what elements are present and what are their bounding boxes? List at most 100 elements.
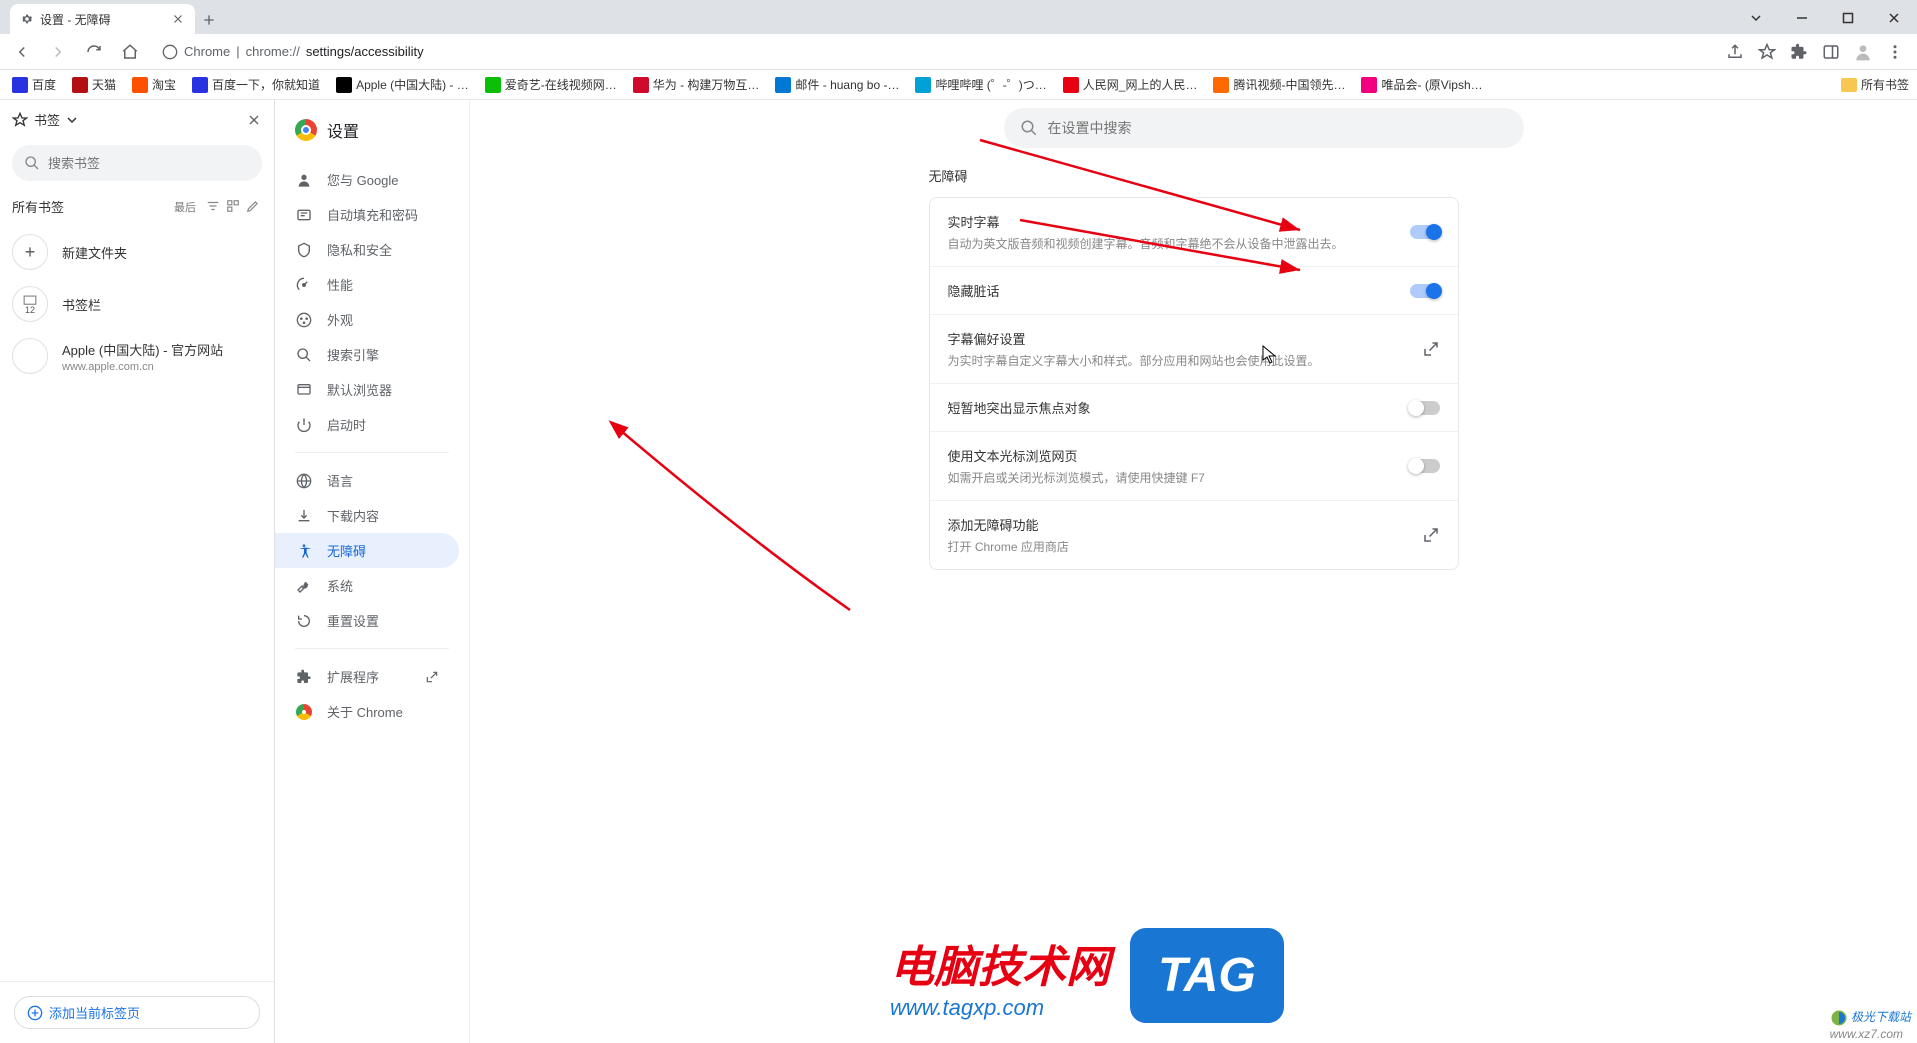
nav-item-speed[interactable]: 性能 [275,267,459,302]
window-minimize[interactable] [1779,2,1825,34]
setting-row[interactable]: 字幕偏好设置为实时字幕自定义字幕大小和样式。部分应用和网站也会使用此设置。 [930,315,1458,384]
window-minimize-dropdown[interactable] [1733,2,1779,34]
toggle-switch[interactable] [1410,459,1440,473]
sidepanel-icon[interactable] [1817,38,1845,66]
nav-item-accessibility[interactable]: 无障碍 [275,533,459,568]
nav-item-person[interactable]: 您与 Google [275,162,459,197]
chrome-logo-icon [295,119,317,141]
folder-icon [1841,78,1857,92]
bookmark-item[interactable]: Apple (中国大陆) - … [332,76,473,93]
nav-item-palette[interactable]: 外观 [275,302,459,337]
corner-watermark: 极光下载站 www.xz7.com [1830,1008,1911,1041]
external-link-icon [1422,340,1440,358]
setting-row[interactable]: 添加无障碍功能打开 Chrome 应用商店 [930,501,1458,569]
nav-item-power[interactable]: 启动时 [275,407,459,442]
nav-reload-button[interactable] [80,38,108,66]
favicon [132,77,148,93]
nav-item-browser[interactable]: 默认浏览器 [275,372,459,407]
favicon [775,77,791,93]
external-link-icon [425,670,439,684]
item-icon [12,338,48,374]
site-info-icon[interactable] [162,44,178,60]
bookmark-item[interactable]: 淘宝 [128,76,180,93]
nav-item-reset[interactable]: 重置设置 [275,603,459,638]
bookmark-item[interactable]: 人民网_网上的人民… [1059,76,1202,93]
watermark-title: 电脑技术网 [890,931,1110,995]
search-icon [295,346,313,364]
search-icon [1020,119,1038,137]
window-maximize[interactable] [1825,2,1871,34]
sort-label[interactable]: 最后 [174,199,196,215]
nav-back-button[interactable] [8,38,36,66]
favicon [485,77,501,93]
edit-icon[interactable] [246,199,262,215]
settings-title: 设置 [327,118,359,142]
toggle-switch[interactable] [1410,225,1440,239]
nav-item-extension[interactable]: 扩展程序 [275,659,459,694]
favicon [192,77,208,93]
person-icon [295,171,313,189]
section-title: 无障碍 [929,166,1459,185]
window-close[interactable] [1871,2,1917,34]
item-icon: + [12,234,48,270]
bookmark-item[interactable]: 百度 [8,76,60,93]
nav-item-autofill[interactable]: 自动填充和密码 [275,197,459,232]
bookmarks-side-panel: 书签 所有书签 最后 + 新建文件夹12 书签栏 Apple (中国大陆) - … [0,100,275,1043]
favicon [915,77,931,93]
favicon [1361,77,1377,93]
nav-item-wrench[interactable]: 系统 [275,568,459,603]
panel-close-icon[interactable] [246,112,262,128]
browser-icon [295,381,313,399]
nav-item-search[interactable]: 搜索引擎 [275,337,459,372]
all-bookmarks-folder[interactable]: 所有书签 [1841,76,1909,93]
add-current-tab-button[interactable]: 添加当前标签页 [14,996,260,1029]
tab-title: 设置 - 无障碍 [40,11,165,28]
nav-forward-button[interactable] [44,38,72,66]
bookmark-panel-item[interactable]: Apple (中国大陆) - 官方网站www.apple.com.cn [0,330,274,382]
speed-icon [295,276,313,294]
bookmark-search-input[interactable] [12,145,262,181]
bookmark-item[interactable]: 天猫 [68,76,120,93]
menu-icon[interactable] [1881,38,1909,66]
new-tab-button[interactable] [195,6,223,34]
profile-icon[interactable] [1849,38,1877,66]
bookmarks-bar: 百度天猫淘宝百度一下，你就知道 Apple (中国大陆) - … 爱奇艺-在线视频网… [0,70,1917,100]
all-bookmarks-label: 所有书签 [1861,76,1909,93]
share-icon[interactable] [1721,38,1749,66]
bookmark-item[interactable]: 唯品会- (原Vipsh… [1357,76,1486,93]
sort-icon[interactable] [206,199,222,215]
bookmark-item[interactable]: 百度一下，你就知道 [188,76,324,93]
view-icon[interactable] [226,199,242,215]
toggle-switch[interactable] [1410,284,1440,298]
bookmark-item[interactable]: 爱奇艺-在线视频网… [481,76,621,93]
nav-item-shield[interactable]: 隐私和安全 [275,232,459,267]
bookmark-star-icon[interactable] [1753,38,1781,66]
autofill-icon [295,206,313,224]
extension-icon [295,668,313,686]
nav-item-download[interactable]: 下载内容 [275,498,459,533]
bookmark-item[interactable]: 腾讯视频-中国领先… [1209,76,1349,93]
item-icon: 12 [12,286,48,322]
accessibility-icon [295,542,313,560]
url-path: settings/accessibility [306,44,424,59]
gear-icon [20,12,34,26]
toggle-switch[interactable] [1410,401,1440,415]
url-field[interactable]: Chrome | chrome://settings/accessibility [152,38,1713,66]
tab-close-icon[interactable] [171,12,185,26]
extensions-icon[interactable] [1785,38,1813,66]
bookmark-item[interactable]: 邮件 - huang bo -… [771,76,903,93]
browser-tab[interactable]: 设置 - 无障碍 [10,4,195,34]
reset-icon [295,612,313,630]
accessibility-card: 实时字幕自动为英文版音频和视频创建字幕。音频和字幕绝不会从设备中泄露出去。隐藏脏… [929,197,1459,570]
nav-item-globe[interactable]: 语言 [275,463,459,498]
watermark: 电脑技术网 www.tagxp.com TAG [890,928,1284,1023]
nav-home-button[interactable] [116,38,144,66]
favicon [1213,77,1229,93]
bookmarks-dropdown[interactable]: 书签 [12,110,78,129]
bookmark-panel-item[interactable]: + 新建文件夹 [0,226,274,278]
bookmark-item[interactable]: 华为 - 构建万物互… [629,76,764,93]
bookmark-item[interactable]: 哔哩哔哩 (゜-゜)つ… [911,76,1050,93]
settings-search-input[interactable] [1004,108,1524,148]
bookmark-panel-item[interactable]: 12 书签栏 [0,278,274,330]
nav-item-chrome[interactable]: 关于 Chrome [275,694,459,729]
